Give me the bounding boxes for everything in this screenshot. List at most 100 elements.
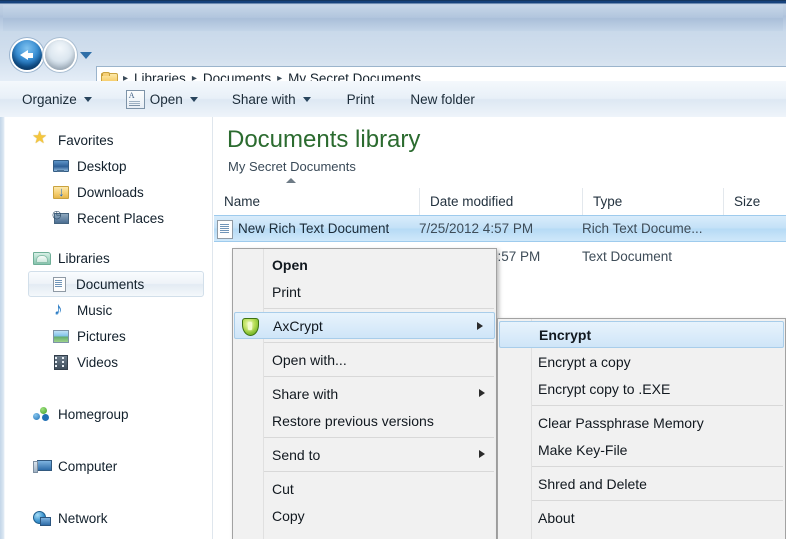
- toolbar-label-organize: Organize: [22, 91, 77, 107]
- menu-item-label: Print: [272, 283, 301, 300]
- cell-name: New Rich Text Document: [238, 221, 390, 236]
- menu-item-share-with[interactable]: Share with: [233, 380, 496, 407]
- submenu-item-make-key-file[interactable]: Make Key-File: [498, 436, 785, 463]
- menu-separator: [263, 471, 494, 472]
- sidebar-label: Homegroup: [58, 406, 129, 422]
- menu-item-open-with[interactable]: Open with...: [233, 346, 496, 373]
- computer-icon: [33, 458, 52, 474]
- submenu-arrow-icon: [479, 389, 485, 397]
- menu-item-label: Shred and Delete: [538, 475, 647, 492]
- sidebar-item-computer[interactable]: Computer: [0, 453, 212, 479]
- menu-item-label: Send to: [272, 446, 321, 463]
- recent-pages-dropdown-icon[interactable]: [80, 52, 92, 59]
- sidebar-label: Documents: [76, 276, 145, 292]
- sidebar-label: Videos: [77, 354, 119, 370]
- column-header-date-modified[interactable]: Date modified: [419, 188, 582, 215]
- star-icon: [32, 128, 51, 148]
- menu-item-restore-previous-versions[interactable]: Restore previous versions: [233, 407, 496, 434]
- forward-button[interactable]: [45, 40, 75, 70]
- sidebar-item-libraries[interactable]: Libraries: [0, 245, 212, 271]
- back-button[interactable]: [12, 40, 42, 70]
- sidebar-item-favorites[interactable]: Favorites: [0, 127, 212, 153]
- menu-item-label: About: [538, 509, 575, 526]
- toolbar-button-new-folder[interactable]: New folder: [400, 86, 485, 112]
- sidebar-label: Pictures: [77, 328, 126, 344]
- chevron-down-icon: [189, 96, 198, 102]
- sort-ascending-icon: [286, 178, 296, 183]
- picture-icon: [52, 328, 70, 344]
- submenu-item-about[interactable]: About: [498, 504, 785, 531]
- menu-item-label: Copy: [272, 507, 305, 524]
- menu-item-label: Restore previous versions: [272, 412, 434, 429]
- page-subtitle: My Secret Documents: [228, 159, 356, 174]
- column-header-type[interactable]: Type: [582, 188, 723, 215]
- menu-item-label: Open: [272, 256, 308, 273]
- toolbar-button-share-with[interactable]: Share with: [222, 86, 321, 112]
- menu-item-send-to[interactable]: Send to: [233, 441, 496, 468]
- sidebar-item-pictures[interactable]: Pictures: [0, 323, 212, 349]
- sidebar-item-network[interactable]: Network: [0, 505, 212, 531]
- menu-separator: [263, 308, 494, 309]
- submenu-item-shred-and-delete[interactable]: Shred and Delete: [498, 470, 785, 497]
- menu-item-label: Cut: [272, 480, 294, 497]
- sidebar-item-documents[interactable]: Documents: [28, 271, 204, 297]
- submenu-item-encrypt-a-copy[interactable]: Encrypt a copy: [498, 348, 785, 375]
- submenu-arrow-icon: [479, 450, 485, 458]
- titlebar-glass: [3, 5, 783, 32]
- cell-date-modified: 7/25/2012 4:57 PM: [419, 221, 534, 236]
- sidebar-item-music[interactable]: Music: [0, 297, 212, 323]
- submenu-item-encrypt[interactable]: Encrypt: [499, 321, 784, 348]
- axcrypt-submenu[interactable]: Encrypt Encrypt a copy Encrypt copy to .…: [497, 318, 786, 539]
- menu-item-label: Share with: [272, 385, 339, 402]
- sidebar-label: Libraries: [58, 250, 110, 266]
- toolbar-label-open: Open: [149, 91, 183, 107]
- sidebar-item-desktop[interactable]: Desktop: [0, 153, 212, 179]
- chevron-down-icon: [302, 96, 311, 102]
- cell-type: Rich Text Docume...: [582, 221, 703, 236]
- sidebar-label: Desktop: [77, 158, 127, 174]
- music-note-icon: [52, 299, 70, 319]
- navigation-pane: Favorites Desktop Downloads Recent Place…: [0, 117, 213, 539]
- menu-item-label: Encrypt copy to .EXE: [538, 380, 671, 397]
- menu-item-copy[interactable]: Copy: [233, 502, 496, 529]
- submenu-item-encrypt-copy-to-exe[interactable]: Encrypt copy to .EXE: [498, 375, 785, 402]
- menu-item-axcrypt[interactable]: AxCrypt: [234, 312, 495, 339]
- menu-item-label: Encrypt: [539, 326, 592, 343]
- address-bar-row: ▸ Libraries ▸ Documents ▸ My Secret Docu…: [0, 31, 786, 91]
- explorer-window: ▸ Libraries ▸ Documents ▸ My Secret Docu…: [0, 0, 786, 539]
- sidebar-item-downloads[interactable]: Downloads: [0, 179, 212, 205]
- toolbar-button-print[interactable]: Print: [337, 86, 385, 112]
- toolbar-label-share-with: Share with: [231, 91, 296, 107]
- cell-type: Text Document: [582, 249, 673, 264]
- toolbar-button-open[interactable]: Open: [116, 86, 208, 112]
- document-icon: [51, 276, 69, 292]
- cell-date-modified: 4:57 PM: [490, 249, 541, 264]
- menu-separator: [263, 437, 494, 438]
- context-menu[interactable]: Open Print AxCrypt Open with... Share wi…: [232, 248, 497, 539]
- menu-item-print[interactable]: Print: [233, 278, 496, 305]
- downloads-folder-icon: [52, 184, 70, 200]
- column-header-name[interactable]: Name: [214, 178, 419, 215]
- sidebar-label: Music: [77, 302, 113, 318]
- sidebar-item-recent-places[interactable]: Recent Places: [0, 205, 212, 231]
- sidebar-label: Downloads: [77, 184, 144, 200]
- network-globe-icon: [33, 510, 51, 526]
- column-header-size[interactable]: Size: [723, 188, 786, 215]
- sidebar-label: Network: [58, 510, 108, 526]
- menu-separator: [263, 342, 494, 343]
- toolbar-button-organize[interactable]: Organize: [12, 86, 102, 112]
- menu-separator: [531, 405, 783, 406]
- toolbar-label-print: Print: [346, 91, 375, 107]
- table-row[interactable]: New Rich Text Document 7/25/2012 4:57 PM…: [214, 215, 786, 242]
- menu-item-open[interactable]: Open: [233, 251, 496, 278]
- submenu-item-clear-passphrase-memory[interactable]: Clear Passphrase Memory: [498, 409, 785, 436]
- column-label: Type: [593, 194, 623, 209]
- sidebar-item-homegroup[interactable]: Homegroup: [0, 401, 212, 427]
- menu-item-cut[interactable]: Cut: [233, 475, 496, 502]
- column-label: Date modified: [430, 194, 514, 209]
- sidebar-label: Recent Places: [77, 210, 165, 226]
- sidebar-item-videos[interactable]: Videos: [0, 349, 212, 375]
- libraries-icon: [33, 250, 51, 266]
